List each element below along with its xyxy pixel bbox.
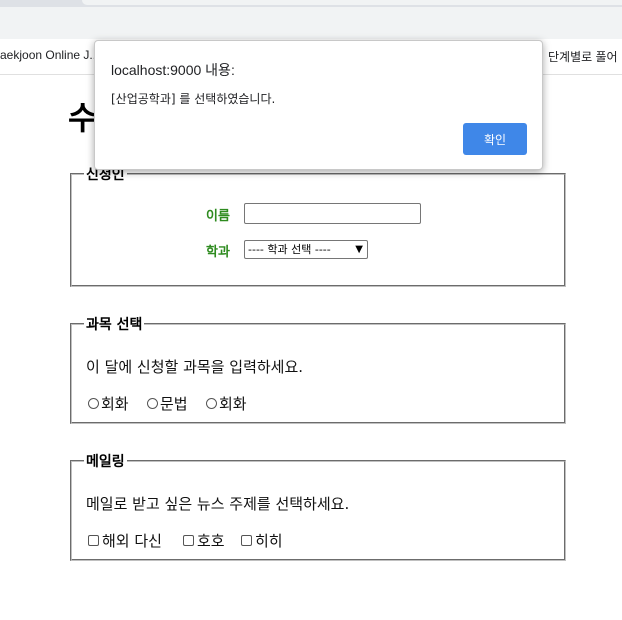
active-tab[interactable]: [82, 0, 622, 5]
mailing-option-2[interactable]: 호호: [183, 530, 225, 551]
checkbox-icon[interactable]: [88, 535, 99, 546]
bookmark-baekjoon[interactable]: aekjoon Online J...: [0, 48, 99, 62]
dialog-message: [산업공학과] 를 선택하였습니다.: [111, 92, 276, 106]
name-input[interactable]: [244, 203, 421, 224]
checkbox-icon[interactable]: [241, 535, 252, 546]
ok-button[interactable]: 확인: [463, 123, 527, 155]
subject-option-3-label: 회화: [219, 395, 247, 413]
chevron-down-icon: ▼: [355, 244, 363, 255]
applicant-fieldset: 신청인: [70, 164, 566, 287]
dialog-title: localhost:9000 내용:: [111, 62, 235, 78]
mailing-option-2-label: 호호: [197, 532, 225, 550]
alert-dialog: localhost:9000 내용: [산업공학과] 를 선택하였습니다. 확인: [94, 40, 543, 170]
mailing-option-3[interactable]: 히히: [241, 530, 283, 551]
subject-instruction: 이 달에 신청할 과목을 입력하세요.: [86, 358, 304, 376]
mailing-instruction: 메일로 받고 싶은 뉴스 주제를 선택하세요.: [86, 495, 350, 513]
mailing-option-3-label: 히히: [255, 532, 283, 550]
dept-label: 학과: [206, 245, 230, 260]
radio-icon[interactable]: [206, 398, 217, 409]
mailing-option-1[interactable]: 해외 다신: [88, 530, 162, 551]
dept-select[interactable]: ---- 학과 선택 ---- ▼: [244, 240, 368, 259]
subject-option-3[interactable]: 회화: [206, 393, 247, 414]
radio-icon[interactable]: [147, 398, 158, 409]
subject-option-1[interactable]: 회화: [88, 393, 129, 414]
dept-select-value: ---- 학과 선택 ----: [248, 243, 331, 256]
checkbox-icon[interactable]: [183, 535, 194, 546]
subject-option-2[interactable]: 문법: [147, 393, 188, 414]
subject-legend: 과목 선택: [86, 317, 143, 333]
subject-option-1-label: 회화: [101, 395, 129, 413]
mailing-option-1-label: 해외 다신: [102, 532, 162, 550]
mailing-legend: 메일링: [86, 454, 125, 470]
radio-icon[interactable]: [88, 398, 99, 409]
address-bar[interactable]: [0, 7, 622, 39]
bookmark-step-by-step[interactable]: 단계별로 풀어: [548, 48, 618, 65]
browser-tab-strip: [0, 0, 622, 7]
subject-option-2-label: 문법: [160, 395, 188, 413]
name-label: 이름: [206, 209, 230, 224]
